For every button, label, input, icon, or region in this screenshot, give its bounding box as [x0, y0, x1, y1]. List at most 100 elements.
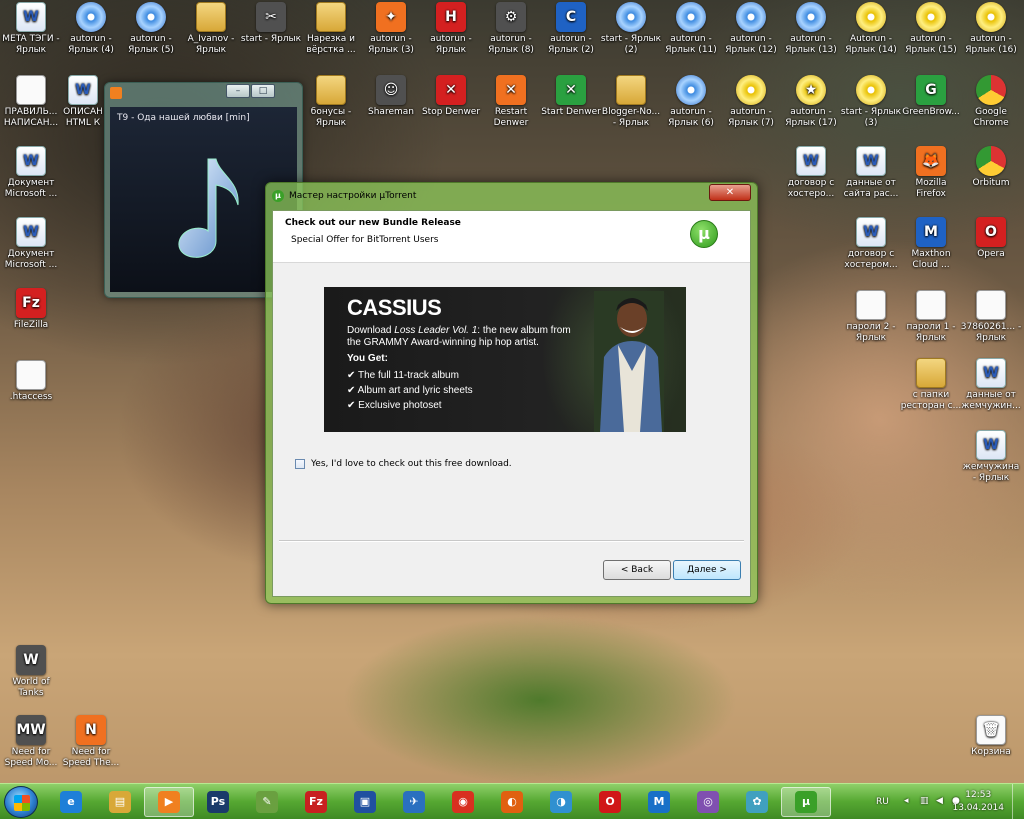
desktop-icon[interactable]: autorun - Ярлык (16) [960, 2, 1022, 62]
desktop-icon[interactable]: Wдоговор с хостером... [840, 217, 902, 277]
free-download-label[interactable]: Yes, I'd love to check out this free dow… [311, 459, 512, 469]
desktop-icon-label: start - Ярлык (3) [840, 107, 902, 128]
desktop-icon[interactable]: 37860261... - Ярлык [960, 290, 1022, 350]
taskbar-media-player-button[interactable]: ▶ [144, 787, 194, 817]
cd-file-icon [616, 2, 646, 32]
desktop-icon[interactable]: autorun - Ярлык (6) [660, 75, 722, 135]
desktop-icon[interactable]: Wданные от сайта рас... [840, 146, 902, 206]
desktop-icon[interactable]: 🦊 Mozilla Firefox [900, 146, 962, 206]
close-button[interactable]: ✕ [709, 184, 751, 201]
desktop-icon[interactable]: autorun - Ярлык (11) [660, 2, 722, 62]
desktop-icon[interactable]: ✕ Start Denwer [540, 75, 602, 135]
desktop-icon[interactable]: A_Ivanov - Ярлык [180, 2, 242, 62]
desktop-icon[interactable]: Wдоговор с хостеро... [780, 146, 842, 206]
dialog-title: Мастер настройки µTorrent [289, 191, 417, 201]
desktop-icon[interactable]: autorun - Ярлык (15) [900, 2, 962, 62]
dialog-titlebar[interactable]: µ Мастер настройки µTorrent [272, 186, 697, 206]
desktop-icon[interactable]: autorun - Ярлык (5) [120, 2, 182, 62]
taskbar-maxthon-button[interactable]: M [634, 787, 684, 817]
desktop-icon[interactable]: .htaccess [0, 360, 62, 420]
desktop-icon-label: 37860261... - Ярлык [960, 322, 1022, 343]
taskbar-photoshop-button[interactable]: Ps [193, 787, 243, 817]
desktop-icon-label: данные от жемчужин... [961, 390, 1021, 411]
minimize-button[interactable]: – [226, 84, 250, 98]
desktop-icon[interactable]: Orbitum [960, 146, 1022, 206]
desktop-icon[interactable]: autorun - Ярлык (4) [60, 2, 122, 62]
desktop-icon[interactable]: W Документ Microsoft ... [0, 217, 62, 277]
utorrent-setup-dialog[interactable]: µ Мастер настройки µTorrent ✕ Check out … [265, 182, 758, 604]
taskbar-paint-button[interactable]: ✿ [732, 787, 782, 817]
taskbar-utorrent-button[interactable]: µ [781, 787, 831, 817]
desktop-icon[interactable]: ✦ autorun - Ярлык (3) [360, 2, 422, 62]
desktop-icon[interactable]: с папки ресторан с... [900, 358, 962, 418]
doc-file-icon: W [976, 430, 1006, 460]
desktop-icon[interactable]: autorun - Ярлык (13) [780, 2, 842, 62]
desktop-icon[interactable]: ☺ Shareman [360, 75, 422, 135]
desktop-icon[interactable]: Wжемчужина - Ярлык [960, 430, 1022, 490]
bundle-banner[interactable]: CASSIUS Download Loss Leader Vol. 1: the… [324, 287, 686, 432]
desktop-icon[interactable]: 🗑 Корзина [960, 715, 1022, 775]
desktop-icon[interactable]: Нарезка и вёрстка ... [300, 2, 362, 62]
desktop-icon[interactable]: ★ autorun - Ярлык (17) [780, 75, 842, 135]
desktop-icon[interactable]: start - Ярлык (2) [600, 2, 662, 62]
free-download-checkbox[interactable] [295, 459, 305, 469]
taskbar-ie-button[interactable]: e [46, 787, 96, 817]
back-button[interactable]: < Back [603, 560, 671, 580]
desktop-icon[interactable]: autorun - Ярлык (7) [720, 75, 782, 135]
clock[interactable]: 12:53 13.04.2014 [952, 789, 1004, 815]
desktop-icon[interactable]: W World of Tanks [0, 645, 62, 705]
language-indicator[interactable]: RU [876, 797, 889, 807]
desktop-icon[interactable]: MW Need for Speed Mo... [0, 715, 62, 775]
taskbar-notepad-button[interactable]: ✎ [242, 787, 292, 817]
thunderbird-icon: ✈ [403, 791, 425, 813]
taskbar-save-button[interactable]: ▣ [340, 787, 390, 817]
desktop-icon[interactable]: ✂ start - Ярлык [240, 2, 302, 62]
taskbar-thunderbird-button[interactable]: ✈ [389, 787, 439, 817]
desktop-icon[interactable]: пароли 1 - Ярлык [900, 290, 962, 350]
desktop-icon[interactable]: Google Chrome [960, 75, 1022, 135]
desktop-icon[interactable]: O Opera [960, 217, 1022, 277]
desktop-icon[interactable]: N Need for Speed The... [60, 715, 122, 775]
desktop-icon[interactable]: M Maxthon Cloud ... [900, 217, 962, 277]
taskbar-chrome-button[interactable]: ◉ [438, 787, 488, 817]
desktop-icon[interactable]: ⚙ autorun - Ярлык (8) [480, 2, 542, 62]
desktop-icon-label: autorun - Ярлык (4) [68, 34, 114, 55]
maximize-button[interactable]: □ [251, 84, 275, 98]
tray-chevron-icon[interactable]: ◂ [904, 796, 915, 807]
desktop-icon[interactable]: start - Ярлык (3) [840, 75, 902, 135]
taskbar-filezilla-button[interactable]: Fz [291, 787, 341, 817]
red-file-icon: ✕ [436, 75, 466, 105]
desktop-icon[interactable]: ✕ Stop Denwer [420, 75, 482, 135]
desktop-icon[interactable]: Autorun - Ярлык (14) [840, 2, 902, 62]
cdy-file-icon [916, 2, 946, 32]
network-icon[interactable]: ▥ [920, 796, 931, 807]
desktop-icon[interactable]: Wданные от жемчужин... [960, 358, 1022, 418]
desktop-icon[interactable]: ✕ Restart Denwer [480, 75, 542, 135]
taskbar-tor-button[interactable]: ◎ [683, 787, 733, 817]
taskbar-opera-button[interactable]: O [585, 787, 635, 817]
free-download-option[interactable]: Yes, I'd love to check out this free dow… [295, 459, 512, 469]
desktop-icon[interactable]: Hautorun - Ярлык [420, 2, 482, 62]
desktop-icon[interactable]: Blogger-No... - Ярлык [600, 75, 662, 135]
desktop-icon[interactable]: Fz FileZilla [0, 288, 62, 348]
gray-file-icon: ☺ [376, 75, 406, 105]
folder-file-icon [196, 2, 226, 32]
desktop-icon[interactable]: G GreenBrow... [900, 75, 962, 135]
taskbar-explorer-button[interactable]: ▤ [95, 787, 145, 817]
desktop-icon[interactable]: Cautorun - Ярлык (2) [540, 2, 602, 62]
desktop-icon[interactable]: пароли 2 - Ярлык [840, 290, 902, 350]
chrome-file-icon [976, 146, 1006, 176]
media-player-titlebar[interactable]: – □ [105, 83, 302, 103]
taskbar-orbitum-button[interactable]: ◑ [536, 787, 586, 817]
volume-icon[interactable]: ◀ [936, 796, 947, 807]
desktop-icon[interactable]: W Документ Microsoft ... [0, 146, 62, 206]
taskbar-firefox-button[interactable]: ◐ [487, 787, 537, 817]
firefox-icon: ◐ [501, 791, 523, 813]
cd-file-icon [676, 2, 706, 32]
desktop-icon[interactable]: autorun - Ярлык (12) [720, 2, 782, 62]
start-button[interactable] [4, 786, 38, 818]
show-desktop-button[interactable] [1012, 784, 1024, 819]
desktop-icon[interactable]: бонусы - Ярлык [300, 75, 362, 135]
next-button[interactable]: Далее > [673, 560, 741, 580]
desktop-icon[interactable]: W META ТЭГИ - Ярлык [0, 2, 62, 62]
